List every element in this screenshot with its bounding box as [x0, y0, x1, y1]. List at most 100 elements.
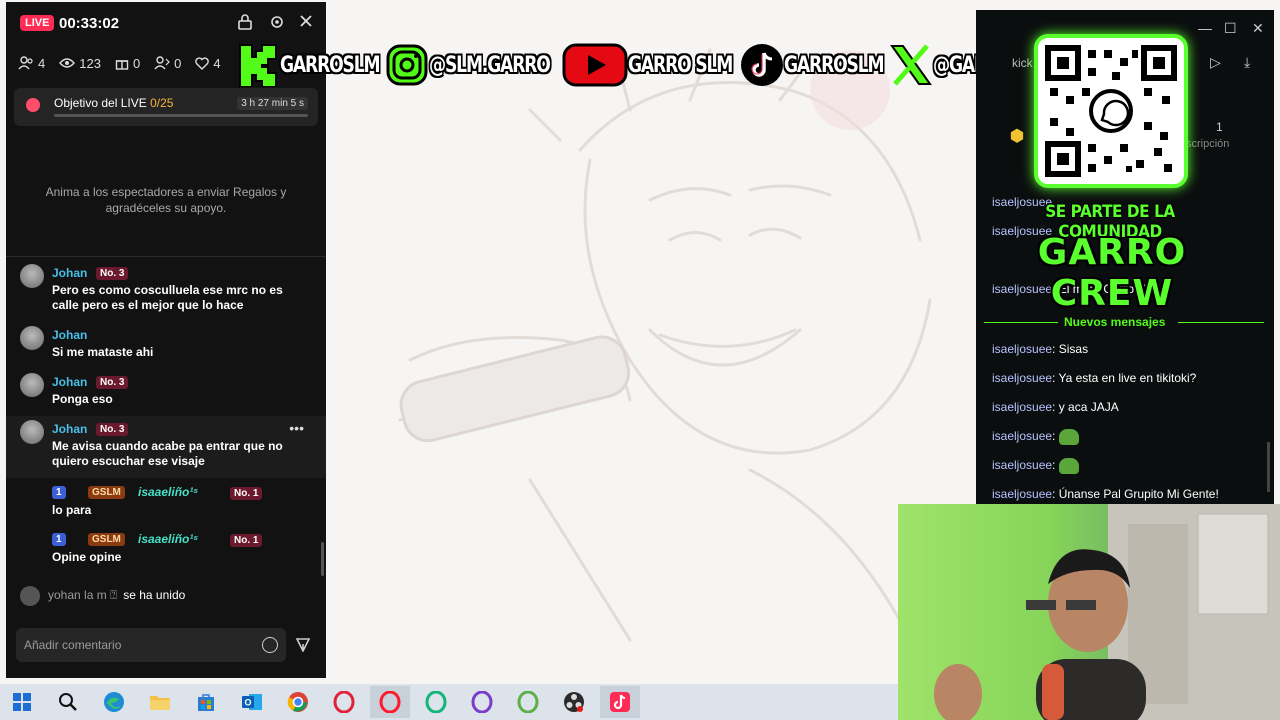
- sub-counter: 1: [1216, 120, 1223, 134]
- chrome-icon[interactable]: [278, 686, 318, 718]
- crew-title: GARRO CREW: [1037, 232, 1187, 314]
- kick-icon: [236, 43, 280, 87]
- emoji-icon[interactable]: [262, 637, 278, 653]
- sub-label-partial: scripción: [1186, 138, 1230, 150]
- kick-handle: GARROSLM: [280, 52, 381, 78]
- kick-text: y aca JAJA: [1058, 400, 1119, 414]
- kick-text: Únanse Pal Grupito Mi Gente!: [1058, 487, 1219, 501]
- close-icon[interactable]: ✕: [1252, 20, 1264, 37]
- chat-username[interactable]: isaaeliño¹⁵: [138, 532, 198, 546]
- settings-icon[interactable]: [267, 14, 287, 34]
- goal-count: 0/25: [150, 96, 174, 110]
- outlook-icon[interactable]: O: [232, 686, 272, 718]
- file-explorer-icon[interactable]: [140, 686, 180, 718]
- kick-username[interactable]: isaeljosuee: [992, 371, 1052, 385]
- kick-message[interactable]: isaeljosuee:: [992, 429, 1079, 445]
- person-share-icon: [154, 56, 171, 70]
- obs-icon[interactable]: [554, 686, 594, 718]
- kick-message[interactable]: isaeljosuee: y aca JAJA: [992, 400, 1119, 414]
- avatar[interactable]: [20, 326, 44, 350]
- avatar[interactable]: [20, 264, 44, 288]
- chat-username[interactable]: Johan: [52, 328, 87, 342]
- social-instagram: @SLM.GARRO: [385, 43, 556, 87]
- lock-icon[interactable]: [235, 14, 255, 34]
- close-icon[interactable]: [296, 14, 316, 34]
- kick-username[interactable]: isaeljosuee: [992, 400, 1052, 414]
- chat-username[interactable]: Johan: [52, 266, 87, 280]
- eye-icon: [59, 58, 76, 68]
- avatar[interactable]: [20, 373, 44, 397]
- search-icon[interactable]: [48, 686, 88, 718]
- kick-username[interactable]: isaeljosuee: [992, 487, 1052, 501]
- divider: [6, 256, 326, 257]
- opera-green-icon[interactable]: [508, 686, 548, 718]
- kick-message[interactable]: isaeljosuee:: [992, 458, 1079, 474]
- minimize-icon[interactable]: —: [1198, 20, 1212, 36]
- chat-username[interactable]: Johan: [52, 375, 87, 389]
- chat-text: Me avisa cuando acabe pa entrar que no q…: [52, 439, 283, 468]
- rank-badge: No. 3: [96, 267, 129, 280]
- svg-text:O: O: [244, 698, 251, 708]
- kick-message[interactable]: isaeljosuee: Únanse Pal Grupito Mi Gente…: [992, 487, 1219, 501]
- streamer-camera-image: [934, 504, 1280, 720]
- rank-badge: No. 3: [96, 376, 129, 389]
- kick-username[interactable]: isaeljosuee: [992, 458, 1052, 472]
- tiktok-handle: GARROSLM: [783, 52, 885, 78]
- goal-time-left: 3 h 27 min 5 s: [237, 97, 308, 110]
- webcam-feed: [898, 504, 1280, 720]
- live-goal[interactable]: Objetivo del LIVE 0/25 3 h 27 min 5 s: [14, 88, 318, 126]
- viewers-stat: 4: [18, 52, 45, 74]
- opera-gx-icon[interactable]: [416, 686, 456, 718]
- kick-username[interactable]: isaeljosuee: [992, 342, 1052, 356]
- likes-count: 4: [213, 55, 221, 71]
- kick-header-partial: kick: [1012, 56, 1033, 70]
- opera-icon[interactable]: [324, 686, 364, 718]
- kick-text: Ya esta en live en tikitoki?: [1058, 371, 1197, 385]
- chat-scrollbar[interactable]: [321, 542, 324, 576]
- views-count: 123: [79, 55, 101, 71]
- likes-stat: 4: [195, 52, 221, 74]
- new-messages-divider: Nuevos mensajes: [984, 314, 1264, 330]
- x-icon: [889, 43, 933, 87]
- join-action: se ha unido: [123, 588, 186, 603]
- windows-taskbar: O: [0, 684, 898, 720]
- shares-count: 0: [174, 55, 182, 71]
- maximize-icon[interactable]: ☐: [1224, 20, 1237, 37]
- kick-message[interactable]: isaeljosuee: Ya esta en live en tikitoki…: [992, 371, 1196, 385]
- live-timer: 00:33:02: [59, 15, 120, 32]
- goal-progress-bar: [54, 114, 308, 117]
- chat-text: Pero es como cosculluela ese mrc no es c…: [52, 283, 283, 312]
- comment-box[interactable]: [16, 628, 286, 662]
- gifts-count: 0: [132, 55, 141, 71]
- windows-start-icon[interactable]: [2, 686, 42, 718]
- more-options-icon[interactable]: •••: [289, 420, 304, 436]
- comment-input[interactable]: [24, 636, 254, 654]
- kick-message[interactable]: isaeljosuee: Sisas: [992, 342, 1088, 356]
- send-icon[interactable]: [295, 638, 311, 653]
- chat-username[interactable]: Johan: [52, 422, 87, 436]
- opera-purple-icon[interactable]: [462, 686, 502, 718]
- new-messages-label: Nuevos mensajes: [1064, 315, 1166, 329]
- kick-chat-scrollbar[interactable]: [1267, 442, 1270, 492]
- background-caricature: [398, 48, 932, 642]
- chat-username[interactable]: isaaeliño¹⁵: [138, 485, 198, 499]
- views-stat: 123: [59, 52, 101, 74]
- chat-text: Opine opine: [52, 550, 122, 564]
- play-icon[interactable]: ▷: [1210, 54, 1221, 71]
- rank-badge: No. 3: [96, 423, 129, 436]
- store-icon[interactable]: [186, 686, 226, 718]
- viewers-count: 4: [38, 55, 46, 71]
- join-notice: yohan la m ⍰ se ha unido: [20, 586, 185, 606]
- fan-club-badge: GSLM: [88, 533, 125, 546]
- tiktok-live-studio-icon[interactable]: [600, 686, 640, 718]
- join-user[interactable]: yohan la m ⍰: [48, 588, 117, 602]
- edge-icon[interactable]: [94, 686, 134, 718]
- goal-label: Objetivo del LIVE: [54, 96, 151, 110]
- avatar[interactable]: [20, 420, 44, 444]
- social-tiktok: GARROSLM: [740, 43, 885, 87]
- download-icon[interactable]: ⤓: [1244, 54, 1250, 71]
- kick-username[interactable]: isaeljosuee: [992, 429, 1052, 443]
- fan-club-badge: GSLM: [88, 486, 125, 499]
- pepe-emote-icon: [1058, 458, 1079, 474]
- opera-icon-active[interactable]: [370, 686, 410, 718]
